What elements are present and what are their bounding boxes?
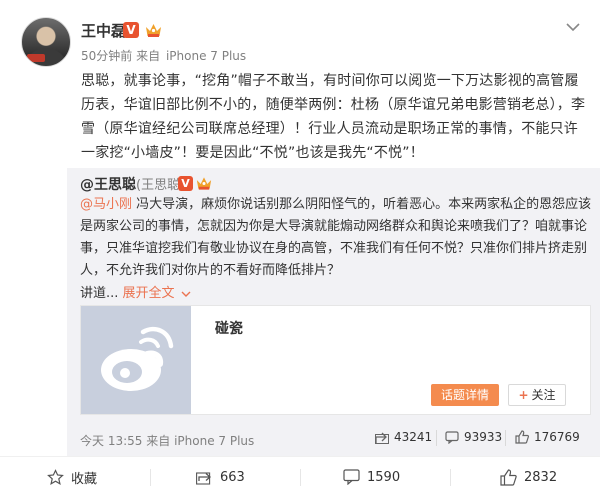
repost-text-body: 冯大导演，麻烦你说话别那么阴阳怪气的，听着恶心。本来两家私企的恩怨应该是两家公司… <box>80 197 592 278</box>
comment-count: 1590 <box>367 469 401 485</box>
repost-verified-icon[interactable]: V <box>178 176 193 191</box>
repost-device[interactable]: iPhone 7 Plus <box>174 434 254 448</box>
repost-member-crown-icon[interactable] <box>195 174 213 192</box>
repost-more: 讲道... 展开全文 <box>80 282 191 301</box>
chevron-down-icon[interactable] <box>564 18 582 36</box>
thumbs-up-icon <box>500 468 517 486</box>
repost-share-count[interactable]: 43241 <box>375 430 432 444</box>
weibo-logo-icon <box>101 326 174 391</box>
divider <box>150 469 151 486</box>
weibo-post: 王中磊 V 50分钟前 来自 iPhone 7 Plus 思聪，就事论事，“挖角… <box>0 0 600 496</box>
share-button[interactable]: 663 <box>196 457 245 496</box>
member-crown-icon[interactable] <box>144 21 163 39</box>
expand-label[interactable]: 展开全文 <box>123 286 175 301</box>
like-button[interactable]: 2832 <box>500 457 557 496</box>
topic-card[interactable]: 碰瓷 话题详情 + 关注 <box>80 305 591 415</box>
share-count: 663 <box>220 469 245 485</box>
card-title[interactable]: 碰瓷 <box>215 318 243 338</box>
follow-label: 关注 <box>531 388 556 402</box>
repost-meta: 今天 13:55 来自 iPhone 7 Plus <box>80 432 254 449</box>
repost-text: @马小刚 冯大导演，麻烦你说话别那么阴阳怪气的，听着恶心。本来两家私企的恩怨应该… <box>80 194 592 282</box>
repost-time[interactable]: 今天 13:55 <box>80 434 142 448</box>
repost-author-name[interactable]: @王思聪 <box>80 177 136 193</box>
divider <box>505 430 506 446</box>
share-icon <box>196 472 211 485</box>
repost-truncated-text: 讲道... <box>80 286 119 301</box>
repost-author[interactable]: @王思聪(王思聪) <box>80 174 185 194</box>
post-time[interactable]: 50分钟前 <box>81 49 132 63</box>
source-prefix: 来自 <box>136 49 161 63</box>
share-icon <box>375 432 389 444</box>
star-icon <box>47 468 64 485</box>
repost-comment-value: 93933 <box>464 430 503 444</box>
comment-button[interactable]: 1590 <box>343 457 400 496</box>
repost-source-prefix: 来自 <box>146 434 171 448</box>
divider <box>300 469 301 486</box>
favorite-label: 收藏 <box>71 471 98 487</box>
author-name[interactable]: 王中磊 <box>81 20 126 41</box>
follow-button[interactable]: + 关注 <box>508 384 566 406</box>
repost-share-value: 43241 <box>394 430 433 444</box>
divider <box>436 430 437 446</box>
expand-full-text-link[interactable]: 展开全文 <box>123 286 191 301</box>
divider <box>450 469 451 486</box>
weibo-logo-thumbnail <box>81 306 191 414</box>
repost-like-count[interactable]: 176769 <box>515 430 580 444</box>
verified-icon[interactable]: V <box>123 22 139 38</box>
avatar-badge <box>27 54 45 62</box>
comment-icon <box>343 469 360 485</box>
thumbs-up-icon <box>515 430 529 444</box>
mention-link[interactable]: @马小刚 <box>80 197 132 212</box>
action-bar: 收藏 663 1590 2832 <box>0 456 600 496</box>
post-device[interactable]: iPhone 7 Plus <box>166 49 246 63</box>
expand-chevron-icon[interactable] <box>181 290 191 298</box>
repost-comment-count[interactable]: 93933 <box>445 430 502 444</box>
like-count: 2832 <box>524 469 558 485</box>
favorite-button[interactable]: 收藏 <box>47 457 97 496</box>
post-text: 思聪，就事论事，“挖角”帽子不敢当，有时间你可以阅览一下万达影视的高管履历表，华… <box>81 73 586 161</box>
post-meta: 50分钟前 来自 iPhone 7 Plus <box>81 47 246 64</box>
comment-icon <box>445 430 459 444</box>
avatar[interactable] <box>21 17 71 67</box>
repost-like-value: 176769 <box>534 430 580 444</box>
plus-icon: + <box>518 388 529 402</box>
topic-details-button[interactable]: 话题详情 <box>431 384 499 406</box>
repost-box: @王思聪(王思聪) V @马小刚 冯大导演，麻烦你说话别那么阴阳怪气的，听着恶心… <box>67 168 600 456</box>
